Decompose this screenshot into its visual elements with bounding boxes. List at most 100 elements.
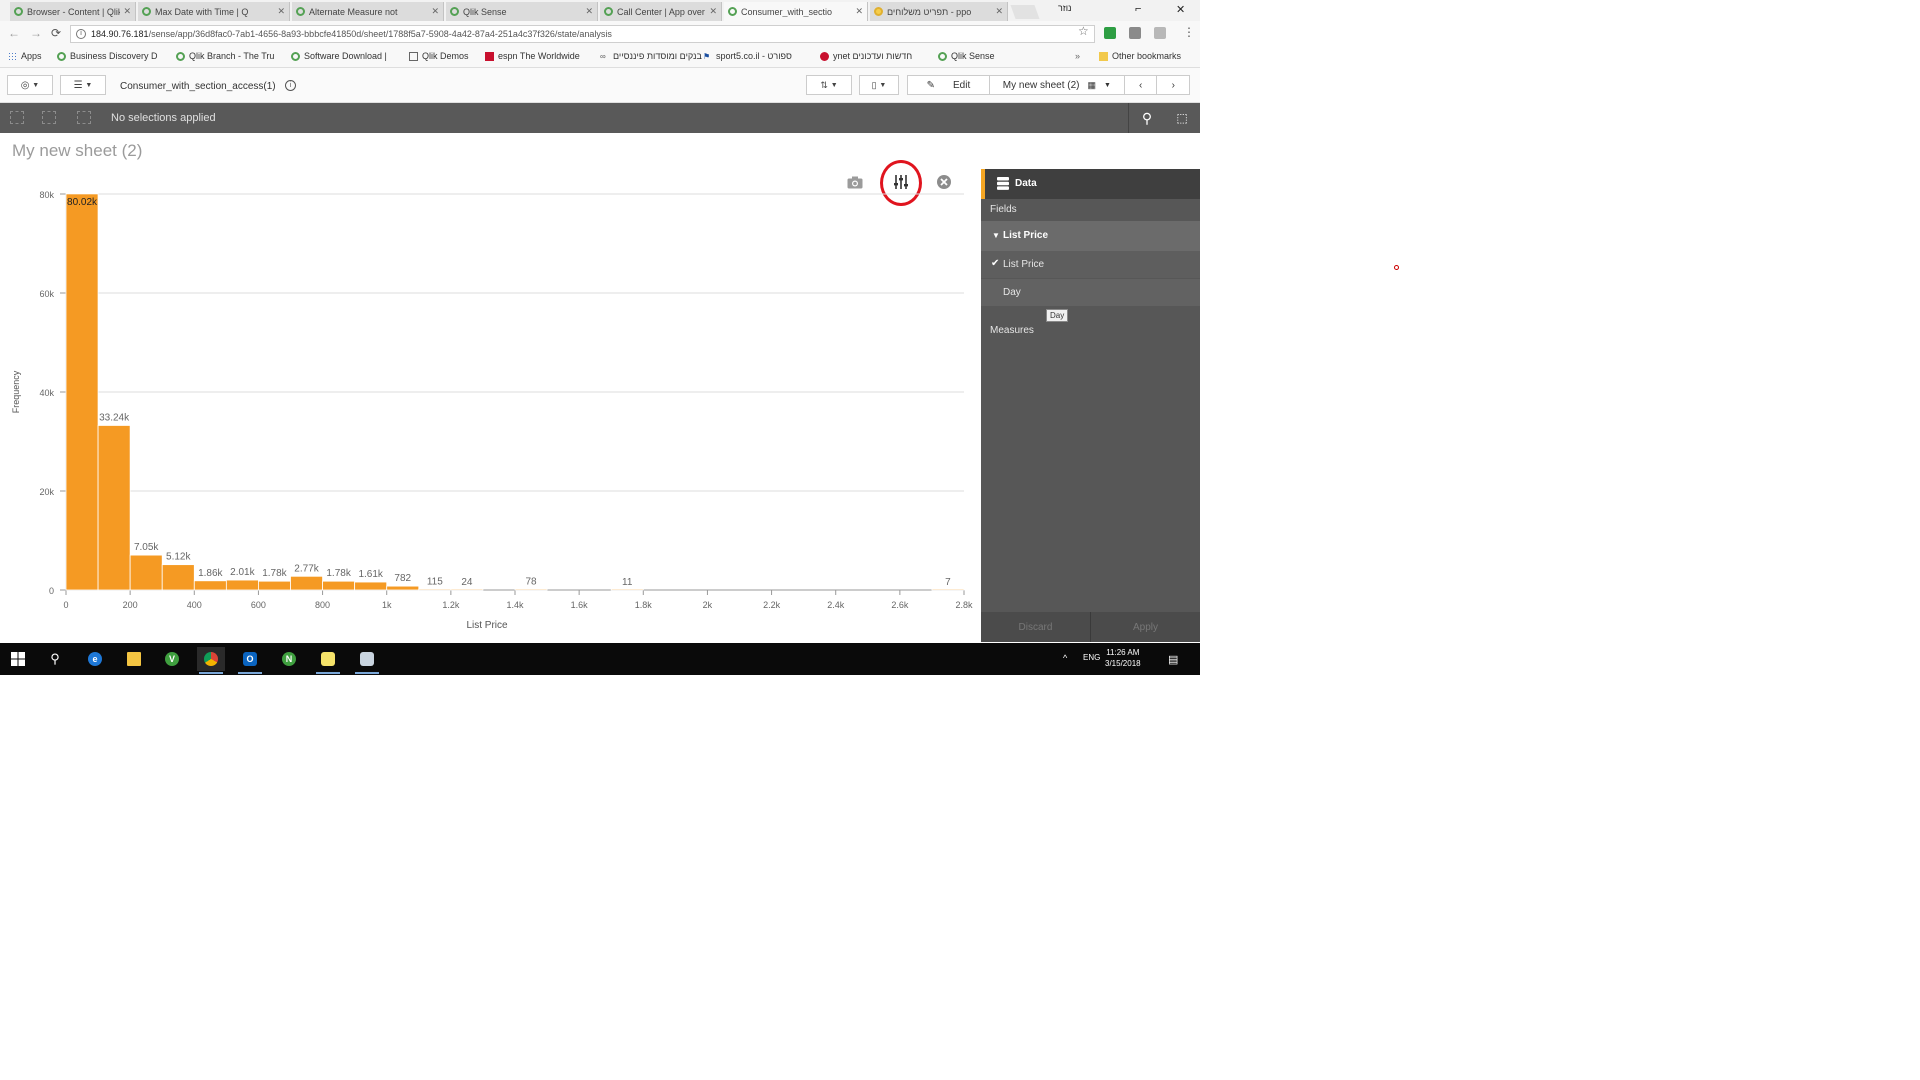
chevron-left-icon: ‹ xyxy=(1139,79,1143,91)
close-window-icon[interactable]: ✕ xyxy=(1176,3,1185,16)
bookmark-item[interactable]: Qlik Sense xyxy=(938,51,995,61)
url-path: /sense/app/36d8fac0-7ab1-4656-8a93-bbbcf… xyxy=(148,29,612,39)
bookmarks-bar: Apps Business Discovery D Qlik Branch - … xyxy=(0,47,1200,68)
extension-icon[interactable] xyxy=(1154,27,1166,39)
qlik-icon xyxy=(176,51,185,61)
bookmark-item[interactable]: Qlik Branch - The Tru xyxy=(176,51,274,61)
folder-icon xyxy=(1099,51,1108,61)
close-icon[interactable]: ✕ xyxy=(709,6,717,17)
bookmark-item[interactable]: ⚑ sport5.co.il - ספורט xyxy=(703,51,792,61)
link-icon: ∞ xyxy=(600,51,606,61)
sport-icon: ⚑ xyxy=(703,51,711,61)
step-back-icon[interactable] xyxy=(10,111,24,124)
x-axis-title: List Price xyxy=(466,620,508,631)
bookmark-item[interactable]: Software Download | xyxy=(291,51,387,61)
chrome-taskbar-button[interactable] xyxy=(197,647,225,674)
info-icon[interactable]: i xyxy=(76,29,86,39)
system-clock[interactable]: 11:26 AM 3/15/2018 xyxy=(1105,647,1141,669)
search-button[interactable]: ⚲ xyxy=(1133,107,1161,129)
bookmarks-button[interactable]: ▯ ▼ xyxy=(859,75,899,95)
app-taskbar-button[interactable] xyxy=(353,647,381,674)
step-forward-icon[interactable] xyxy=(42,111,56,124)
navigation-menu-button[interactable]: ◎ ▼ xyxy=(7,75,53,95)
browser-tab-7[interactable]: תפריט משלוחים - ppo ✕ xyxy=(870,2,1008,21)
search-icon[interactable]: ⚲ xyxy=(41,647,69,671)
new-tab-button[interactable] xyxy=(1010,5,1040,19)
browser-tab-3[interactable]: Alternate Measure not ✕ xyxy=(292,2,444,21)
histogram-chart[interactable]: 0 20k 40k 60k 80k 0 200 400 600 800 1k 1.2k 1.4k 1.6k… xyxy=(0,186,981,638)
reload-icon[interactable]: ⟳ xyxy=(51,26,61,40)
browser-tab-2[interactable]: Max Date with Time | Q ✕ xyxy=(138,2,290,21)
sheet-selector[interactable]: My new sheet (2) ▦ ▼ xyxy=(990,76,1125,94)
apply-button[interactable]: Apply xyxy=(1091,612,1200,642)
field-row-list-price[interactable]: ✔ List Price xyxy=(981,251,1200,278)
browser-tab-6-active[interactable]: Consumer_with_sectio ✕ xyxy=(724,2,868,21)
field-group-list-price[interactable]: ▼ List Price xyxy=(981,221,1200,251)
qlikview-taskbar-button[interactable]: V xyxy=(158,647,186,671)
close-icon[interactable]: ✕ xyxy=(585,6,593,17)
close-icon[interactable]: ✕ xyxy=(431,6,439,17)
field-row-day[interactable]: Day xyxy=(981,279,1200,306)
extension-icon[interactable] xyxy=(1104,27,1116,39)
chevron-down-icon: ▼ xyxy=(830,81,838,89)
histogram-bar xyxy=(450,588,484,591)
app-info-icon[interactable]: i xyxy=(285,80,296,91)
selections-status: No selections applied xyxy=(111,112,216,124)
bookmark-item[interactable]: Business Discovery D xyxy=(57,51,158,61)
clear-all-icon[interactable] xyxy=(77,111,91,124)
forward-icon[interactable]: → xyxy=(30,26,42,40)
back-icon[interactable]: ← xyxy=(8,26,20,40)
url-host: 184.90.76.181 xyxy=(91,29,149,39)
browser-menu-icon[interactable]: ⋮ xyxy=(1183,25,1195,39)
edge-taskbar-button[interactable]: e xyxy=(81,647,109,671)
red-marker-dot xyxy=(1394,265,1399,270)
action-center-icon[interactable]: ▤ xyxy=(1168,653,1178,666)
edit-button[interactable]: ✎ Edit xyxy=(908,76,990,94)
tray-chevron-up-icon[interactable]: ^ xyxy=(1063,653,1067,663)
data-manager-button[interactable]: ⇅ ▼ xyxy=(806,75,852,95)
sheet-selector-label: My new sheet (2) xyxy=(1002,79,1080,91)
caret-down-icon: ▼ xyxy=(992,231,1000,240)
bookmark-star-icon[interactable]: ☆ xyxy=(1078,24,1089,38)
browser-tab-4[interactable]: Qlik Sense ✕ xyxy=(446,2,598,21)
global-menu-button[interactable]: ☰ ▼ xyxy=(60,75,106,95)
close-icon[interactable]: ✕ xyxy=(855,6,863,17)
chevron-right-icon: › xyxy=(1171,79,1175,91)
x-tick-label: 2.6k xyxy=(891,600,909,610)
discard-button[interactable]: Discard xyxy=(981,612,1091,642)
browser-tab-5[interactable]: Call Center | App over ✕ xyxy=(600,2,722,21)
clock-date: 3/15/2018 xyxy=(1105,659,1141,668)
close-icon[interactable]: ✕ xyxy=(277,6,285,17)
url-input[interactable]: i 184.90.76.181/sense/app/36d8fac0-7ab1-… xyxy=(70,25,1095,43)
extension-icon[interactable] xyxy=(1129,27,1141,39)
minimize-icon[interactable]: ⌐ xyxy=(1135,3,1141,15)
bookmark-apps[interactable]: Apps xyxy=(8,51,42,61)
next-sheet-button[interactable]: › xyxy=(1157,76,1189,94)
previous-sheet-button[interactable]: ‹ xyxy=(1125,76,1158,94)
bookmark-label: ynet חדשות ועדכונים xyxy=(833,51,913,61)
bookmark-other[interactable]: Other bookmarks xyxy=(1099,51,1181,61)
x-tick-label: 2.4k xyxy=(827,600,845,610)
panel-title: Data xyxy=(1015,178,1037,189)
histogram-bar xyxy=(514,588,548,591)
bookmark-item[interactable]: espn The Worldwide xyxy=(485,51,580,61)
smart-search-button[interactable]: ⬚ xyxy=(1168,107,1196,129)
bookmarks-overflow-icon[interactable]: » xyxy=(1075,51,1080,61)
start-button[interactable] xyxy=(4,647,32,671)
close-icon[interactable]: ✕ xyxy=(995,6,1003,17)
y-tick-label: 0 xyxy=(49,586,54,596)
close-icon[interactable]: ✕ xyxy=(123,6,131,17)
app-name: Consumer_with_section_access(1) xyxy=(120,81,276,92)
bar-data-label: 80.02k xyxy=(67,197,98,208)
browser-tab-1[interactable]: Browser - Content | Qlik ✕ xyxy=(10,2,136,21)
bookmark-item[interactable]: ∞ בנקים ומוסדות פיננסיים xyxy=(600,51,702,61)
outlook-taskbar-button[interactable]: O xyxy=(236,647,264,674)
bar-data-label: 7.05k xyxy=(134,542,159,553)
nprinting-taskbar-button[interactable]: N xyxy=(275,647,303,671)
panel-footer: Discard Apply xyxy=(981,612,1200,642)
sticky-notes-taskbar-button[interactable] xyxy=(314,647,342,674)
bookmark-item[interactable]: ynet חדשות ועדכונים xyxy=(820,51,912,61)
language-indicator[interactable]: ENG xyxy=(1083,653,1100,662)
bookmark-item[interactable]: Qlik Demos xyxy=(409,51,469,61)
file-explorer-taskbar-button[interactable] xyxy=(120,647,148,671)
